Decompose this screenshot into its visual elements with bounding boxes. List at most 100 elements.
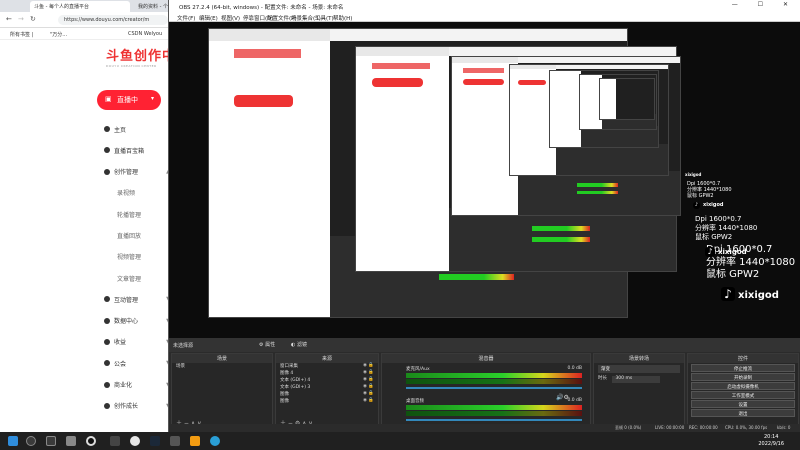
nav-icon — [104, 147, 110, 154]
control-button[interactable]: 设置 — [691, 400, 795, 408]
desktop-meter-2 — [406, 411, 582, 416]
clock[interactable]: 20:14 2022/9/16 — [758, 434, 784, 447]
sources-panel: 来源 窗口采集 ◉ 🔒 图像 4 ◉ 🔒 文本 (GDI+) 4 ◉ 🔒 文本 (GDI+)… — [275, 353, 379, 430]
sidebar-item[interactable]: 文章管理 — [104, 271, 170, 285]
live-icon: ▣ — [105, 95, 112, 103]
overlay-resolution-2: 分辨率 1440*1080 — [695, 224, 758, 232]
browser-tab-profile[interactable]: 我的资料 - 个人中心 — [134, 1, 168, 12]
clock-date: 2022/9/16 — [758, 440, 784, 447]
forward-icon[interactable]: → — [18, 15, 24, 23]
sidebar-item[interactable]: 互动管理▼ — [104, 292, 170, 306]
app-icon[interactable] — [66, 436, 76, 446]
bookmark-item[interactable]: 所有书签 | — [10, 31, 33, 38]
douyu-logo[interactable]: 斗鱼创作中心 DOUYU CREATION CENTER — [106, 45, 191, 68]
live-status-button[interactable]: ▣ 直播中 ▾ — [97, 90, 161, 110]
menu-item[interactable]: 编辑(E) — [199, 14, 218, 22]
scene-item[interactable]: 场景 — [172, 363, 272, 370]
back-icon[interactable]: ← — [6, 15, 12, 23]
sidebar-item[interactable]: 直播回放 — [104, 228, 170, 242]
sidebar-item[interactable]: 收益▼ — [104, 335, 170, 349]
mixer-track-mic: 麦克风/Aux 0.0 dB — [406, 366, 582, 389]
start-icon[interactable] — [8, 436, 18, 446]
duration-field[interactable]: 300 ms — [612, 376, 661, 383]
source-item[interactable]: 文本 (GDI+) 3 ◉ 🔒 — [276, 384, 378, 391]
control-button[interactable]: 退出 — [691, 409, 795, 417]
reload-icon[interactable]: ↻ — [30, 15, 36, 23]
sidebar-item[interactable]: 数据中心▼ — [104, 314, 170, 328]
source-item[interactable]: 文本 (GDI+) 4 ◉ 🔒 — [276, 377, 378, 384]
menu-item[interactable]: 文件(F) — [177, 14, 195, 22]
overlay-dpi-2: Dpi 1600*0.7 — [695, 215, 742, 223]
visibility-lock-icon[interactable]: ◉ 🔒 — [363, 363, 374, 368]
steam-icon[interactable] — [150, 436, 160, 446]
overlay-resolution: 分辨率 1440*1080 — [706, 257, 796, 268]
window-controls[interactable]: — ☐ ✕ — [732, 1, 797, 8]
source-item[interactable]: 图像 ◉ 🔒 — [276, 398, 378, 405]
bookmark-item[interactable]: "万分… — [50, 31, 67, 38]
mixer-track-desktop: 桌面音频 0.0 dB — [406, 398, 582, 421]
sidebar-item[interactable]: 公会▼ — [104, 356, 170, 370]
sidebar-item[interactable]: 轮播管理 — [104, 207, 170, 221]
source-label: 图像 — [280, 392, 289, 397]
chevron-down-icon: ▾ — [150, 95, 154, 102]
sidebar-item[interactable]: 录视频 — [104, 186, 170, 200]
tiktok-watermark: ♪ xixigod — [721, 287, 779, 301]
logo-text: 斗鱼创作中心 — [106, 49, 191, 64]
filters-button[interactable]: ◐ 滤镜 — [291, 341, 307, 348]
sidebar-item[interactable]: 创作管理▲ — [104, 165, 170, 179]
sidebar-item-label: 数据中心 — [114, 318, 139, 326]
overlay-mouse-3: 鼠标 GPW2 — [687, 193, 714, 199]
visibility-lock-icon[interactable]: ◉ 🔒 — [363, 384, 374, 389]
bookmark-item[interactable]: CSDN Welyou — [128, 31, 162, 37]
sidebar-item[interactable]: 直播百宝箱 — [104, 143, 170, 157]
url-field[interactable]: https://www.douyu.com/creator/m — [58, 15, 168, 25]
desktop-db: 0.0 dB — [567, 398, 582, 403]
edge-icon[interactable] — [210, 436, 220, 446]
control-button[interactable]: 开始录制 — [691, 373, 795, 381]
visibility-lock-icon[interactable]: ◉ 🔒 — [363, 377, 374, 382]
app-icon[interactable] — [110, 436, 120, 446]
sidebar-item[interactable]: 主页 — [104, 122, 170, 136]
source-item[interactable]: 窗口采集 ◉ 🔒 — [276, 363, 378, 370]
folder-icon[interactable] — [190, 436, 200, 446]
sidebar-item[interactable]: 创作成长▼ — [104, 399, 170, 413]
tiktok-id: xixigod — [738, 290, 779, 301]
source-label: 文本 (GDI+) 4 — [280, 378, 311, 383]
sidebar-item[interactable]: 视频管理 — [104, 250, 170, 264]
control-button[interactable]: 工作室模式 — [691, 391, 795, 399]
source-label: 图像 4 — [280, 371, 294, 376]
menu-item[interactable]: 帮助(H) — [333, 14, 352, 22]
sidebar-item-label: 直播回放 — [117, 232, 142, 240]
source-item[interactable]: 图像 ◉ 🔒 — [276, 391, 378, 398]
obs-preview[interactable]: Dpi 1600*0.7 分辨率 1440*1080 鼠标 GPW2 ♪ xixi… — [169, 22, 800, 338]
transition-select[interactable]: 渐变 — [598, 365, 680, 373]
control-button[interactable]: 启动虚拟摄像机 — [691, 382, 795, 390]
tiktok-id: xixigod — [703, 202, 724, 208]
desktop-volume-slider[interactable] — [406, 419, 582, 421]
chrome-icon[interactable] — [130, 436, 140, 446]
app-icon[interactable] — [170, 436, 180, 446]
visibility-lock-icon[interactable]: ◉ 🔒 — [363, 398, 374, 403]
sidebar-item[interactable]: 商业化▼ — [104, 378, 170, 392]
speaker-icon[interactable]: 🔊⚙ — [556, 394, 569, 401]
controls-title: 控件 — [688, 354, 798, 363]
live-time: LIVE: 00:00:00 — [655, 425, 685, 430]
browser-tab-douyu[interactable]: 斗鱼 - 每个人的直播平台 — [30, 1, 130, 12]
visibility-lock-icon[interactable]: ◉ 🔒 — [363, 370, 374, 375]
control-button[interactable]: 停止推流 — [691, 364, 795, 372]
search-icon[interactable] — [26, 436, 36, 446]
nav-icon — [104, 296, 110, 303]
sidebar-item-label: 创作管理 — [114, 169, 139, 177]
nav-icon — [104, 338, 110, 345]
mic-volume-slider[interactable] — [406, 387, 582, 389]
obs-icon[interactable] — [86, 436, 96, 446]
source-label: 图像 — [280, 399, 289, 404]
source-item[interactable]: 图像 4 ◉ 🔒 — [276, 370, 378, 377]
properties-button[interactable]: ⚙ 属性 — [259, 341, 275, 348]
menu-item[interactable]: 视图(V) — [221, 14, 240, 22]
menu-item[interactable]: 工具(T) — [315, 14, 334, 22]
task-view-icon[interactable] — [46, 436, 56, 446]
tiktok-watermark-3: ♪ xixigod — [693, 202, 723, 209]
source-label: 文本 (GDI+) 3 — [280, 385, 311, 390]
visibility-lock-icon[interactable]: ◉ 🔒 — [363, 391, 374, 396]
